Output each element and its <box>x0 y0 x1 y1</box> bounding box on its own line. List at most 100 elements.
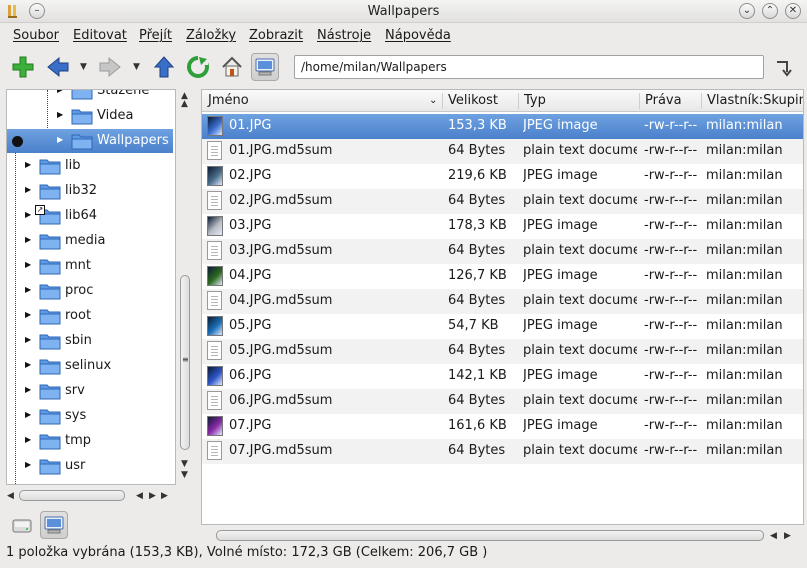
menu-soubor[interactable]: Soubor <box>13 28 59 43</box>
scroll-down-icon[interactable]: ▼ <box>181 470 188 480</box>
expand-chevron-icon[interactable]: ▶ <box>57 135 63 144</box>
menu-zobrazit[interactable]: Zobrazit <box>249 28 303 43</box>
scroll-left-icon[interactable]: ◀ <box>136 491 143 501</box>
scroll-right-icon[interactable]: ▶ <box>149 491 156 501</box>
table-row[interactable]: 06.JPG 142,1 KB JPEG image -rw-r--r-- milan:… <box>202 364 803 389</box>
tree-item[interactable]: ▶ tmp <box>7 429 175 454</box>
table-row[interactable]: 01.JPG 153,3 KB JPEG image -rw-r--r-- milan:… <box>202 114 803 139</box>
menu-zalozky[interactable]: Záložky <box>186 28 236 43</box>
table-row[interactable]: 05.JPG 54,7 KB JPEG image -rw-r--r-- milan:m… <box>202 314 803 339</box>
new-tab-button[interactable] <box>9 53 37 81</box>
tree-item[interactable]: ▶ Videa <box>7 104 175 128</box>
expand-chevron-icon[interactable]: ▶ <box>25 460 31 469</box>
scroll-down-icon[interactable]: ▼ <box>181 459 188 469</box>
menu-nastroje[interactable]: Nástroje <box>317 28 371 43</box>
table-row[interactable]: 07.JPG 161,6 KB JPEG image -rw-r--r-- milan:… <box>202 414 803 439</box>
table-row[interactable]: 06.JPG.md5sum 64 Bytes plain text docume -r… <box>202 389 803 414</box>
tree-item[interactable]: ▶ srv <box>7 379 175 403</box>
forward-button[interactable] <box>96 53 124 81</box>
devices-panel-button[interactable] <box>8 511 36 539</box>
expand-chevron-icon[interactable]: ▶ <box>25 260 31 269</box>
column-header-type[interactable]: Typ <box>524 93 546 108</box>
tree-item[interactable]: ▶ lib <box>7 154 175 179</box>
go-button[interactable] <box>770 54 798 82</box>
tree-item[interactable]: ▶ usr <box>7 454 175 478</box>
tree-hscroll-thumb[interactable] <box>19 490 125 501</box>
tree-item[interactable]: ▶ Stažené <box>7 90 175 103</box>
menu-editovat[interactable]: Editovat <box>73 28 127 43</box>
table-row[interactable]: 04.JPG.md5sum 64 Bytes plain text docume -r… <box>202 289 803 314</box>
scroll-up-icon[interactable]: ▲ <box>181 99 188 109</box>
folder-icon <box>39 432 61 454</box>
folder-icon <box>39 357 61 379</box>
table-row[interactable]: 01.JPG.md5sum 64 Bytes plain text docume -r… <box>202 139 803 164</box>
column-header-size[interactable]: Velikost <box>448 93 498 108</box>
expand-chevron-icon[interactable]: ▶ <box>25 385 31 394</box>
close-button[interactable]: ✕ <box>785 3 801 19</box>
expand-chevron-icon[interactable]: ▶ <box>25 285 31 294</box>
file-name: 01.JPG.md5sum <box>229 143 333 158</box>
scroll-right-icon[interactable]: ▶ <box>161 491 168 501</box>
file-permissions: -rw-r--r-- <box>644 393 698 408</box>
table-row[interactable]: 02.JPG 219,6 KB JPEG image -rw-r--r-- milan:… <box>202 164 803 189</box>
expand-chevron-icon[interactable]: ▶ <box>25 410 31 419</box>
file-name: 03.JPG <box>229 218 272 233</box>
column-header-name[interactable]: Jméno <box>208 93 249 108</box>
scroll-left-icon[interactable]: ◀ <box>7 491 14 501</box>
tree-item[interactable]: ▶ proc <box>7 279 175 303</box>
folder-tree[interactable]: ▶ Stažené ▶ Videa ▶ Wallpapers ▶ lib ▶ lib32 ▶ ↗ lib… <box>6 89 176 485</box>
table-row[interactable]: 02.JPG.md5sum 64 Bytes plain text docume -r… <box>202 189 803 214</box>
tree-horizontal-scrollbar[interactable]: ◀ ◀ ▶ ▶ <box>6 488 176 504</box>
folder-icon <box>39 157 61 179</box>
file-type: plain text docume <box>523 343 637 358</box>
table-row[interactable]: 04.JPG 126,7 KB JPEG image -rw-r--r-- milan:… <box>202 264 803 289</box>
expand-chevron-icon[interactable]: ▶ <box>57 90 63 94</box>
table-row[interactable]: 03.JPG 178,3 KB JPEG image -rw-r--r-- milan:… <box>202 214 803 239</box>
expand-chevron-icon[interactable]: ▶ <box>57 110 63 119</box>
tree-item[interactable]: ▶ lib32 <box>7 179 175 203</box>
up-button[interactable] <box>150 53 178 81</box>
table-row[interactable]: 05.JPG.md5sum 64 Bytes plain text docume -r… <box>202 339 803 364</box>
files-hscroll-thumb[interactable] <box>216 530 764 541</box>
tree-item[interactable]: ▶ sbin <box>7 329 175 353</box>
tree-item[interactable]: ▶ mnt <box>7 254 175 278</box>
expand-chevron-icon[interactable]: ▶ <box>25 160 31 169</box>
tree-item[interactable]: ▶ ↗ lib64 <box>7 204 175 228</box>
tree-item[interactable]: ▶ sys <box>7 404 175 428</box>
expand-chevron-icon[interactable]: ▶ <box>25 360 31 369</box>
expand-chevron-icon[interactable]: ▶ <box>25 185 31 194</box>
folders-panel-button[interactable] <box>40 511 68 539</box>
menu-napoveda[interactable]: Nápověda <box>385 28 451 43</box>
tree-item[interactable]: ▶ selinux <box>7 354 175 379</box>
expand-chevron-icon[interactable]: ▶ <box>25 210 31 219</box>
text-file-icon <box>207 141 224 162</box>
minimize-button[interactable]: ⌄ <box>739 3 755 19</box>
tree-vertical-scrollbar[interactable]: ▲ ▲ ≡ ▼ ▼ <box>178 89 192 485</box>
scroll-left-icon[interactable]: ◀ <box>770 531 777 541</box>
tree-item[interactable]: ▶ media <box>7 229 175 253</box>
table-row[interactable]: 07.JPG.md5sum 64 Bytes plain text docume -r… <box>202 439 803 464</box>
tree-item[interactable]: ▶ root <box>7 304 175 328</box>
back-history-chevron-icon[interactable]: ▼ <box>80 62 87 72</box>
column-header-owner[interactable]: Vlastník:Skupin <box>707 93 803 108</box>
expand-chevron-icon[interactable]: ▶ <box>25 310 31 319</box>
maximize-button[interactable]: ⌃ <box>762 3 778 19</box>
tree-item[interactable]: ▶ Wallpapers <box>7 129 173 153</box>
scroll-right-icon[interactable]: ▶ <box>784 531 791 541</box>
expand-chevron-icon[interactable]: ▶ <box>25 335 31 344</box>
location-bar-toggle-button[interactable] <box>251 53 279 81</box>
file-list[interactable]: Jméno ⌄ Velikost Typ Práva Vlastník:Skup… <box>201 89 804 525</box>
file-list-horizontal-scrollbar[interactable]: ◀ ▶ <box>216 528 800 544</box>
reload-button[interactable] <box>184 53 212 81</box>
home-button[interactable] <box>218 53 246 81</box>
address-input[interactable]: /home/milan/Wallpapers <box>294 55 764 79</box>
forward-history-chevron-icon[interactable]: ▼ <box>133 62 140 72</box>
back-button[interactable] <box>44 53 72 81</box>
expand-chevron-icon[interactable]: ▶ <box>25 235 31 244</box>
menu-prejit[interactable]: Přejít <box>139 28 172 43</box>
sort-chevron-icon[interactable]: ⌄ <box>429 95 437 106</box>
table-row[interactable]: 03.JPG.md5sum 64 Bytes plain text docume -r… <box>202 239 803 264</box>
file-type: JPEG image <box>523 118 598 133</box>
column-header-permissions[interactable]: Práva <box>645 93 682 108</box>
expand-chevron-icon[interactable]: ▶ <box>25 435 31 444</box>
